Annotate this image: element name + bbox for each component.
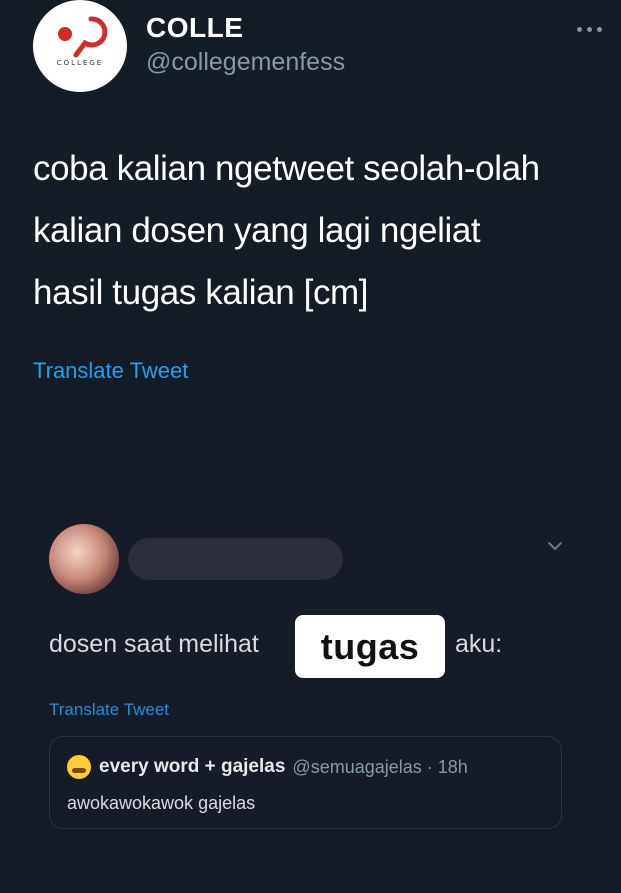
quoted-tweet-header: every word + gajelas @semuagajelas · 18h xyxy=(67,755,468,779)
account-avatar[interactable]: COLLEGE xyxy=(33,0,127,92)
chevron-down-icon xyxy=(548,542,562,551)
account-handle[interactable]: @collegemenfess xyxy=(146,48,345,77)
quoted-name: every word + gajelas xyxy=(99,756,286,777)
inner-tweet-text-after: aku: xyxy=(455,630,503,658)
quoted-tweet: every word + gajelas @semuagajelas · 18h… xyxy=(49,736,562,829)
college-logo: COLLEGE xyxy=(57,16,108,67)
translate-tweet-link[interactable]: Translate Tweet xyxy=(33,358,188,384)
inner-avatar xyxy=(49,524,119,594)
grimacing-emoji-icon xyxy=(67,755,91,779)
inner-tweet-text: dosen saat melihat xyxy=(49,630,259,658)
more-options-icon[interactable] xyxy=(572,16,606,42)
tugas-sticker: tugas xyxy=(295,615,445,678)
redacted-name-bar xyxy=(128,538,343,580)
tweet-text: coba kalian ngetweet seolah-olah kalian … xyxy=(33,149,540,312)
tweet-media-image[interactable]: dosen saat melihat aku: tugas Translate … xyxy=(33,406,608,893)
tweet-page: COLLEGE COLLE @collegemenfess coba kalia… xyxy=(0,0,621,893)
logo-text: COLLEGE xyxy=(57,59,103,67)
quoted-body: awokawokawok gajelas xyxy=(67,793,256,813)
inner-translate-link: Translate Tweet xyxy=(49,700,170,719)
quoted-handle-time: @semuagajelas · 18h xyxy=(292,756,468,777)
display-name[interactable]: COLLE xyxy=(146,12,243,44)
